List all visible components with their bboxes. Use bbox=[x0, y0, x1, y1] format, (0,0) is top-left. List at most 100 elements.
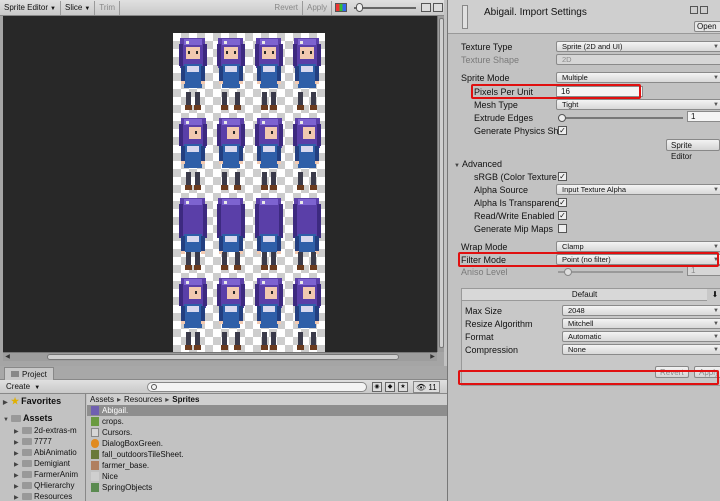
max-size-dropdown[interactable]: 2048 ▼ bbox=[562, 305, 720, 316]
star-icon: ★ bbox=[11, 396, 20, 406]
tree-item[interactable]: ▶ Demigiant bbox=[14, 458, 70, 469]
platform-tab-default[interactable]: Default bbox=[462, 289, 707, 301]
zoom-slider[interactable] bbox=[354, 2, 416, 12]
sprite-canvas[interactable] bbox=[3, 16, 437, 352]
download-icon[interactable]: ⬇ bbox=[709, 290, 720, 300]
apply-button[interactable]: Apply bbox=[303, 0, 332, 15]
revert-button[interactable]: Revert bbox=[270, 0, 303, 15]
mesh-type-dropdown[interactable]: Tight ▼ bbox=[556, 99, 720, 110]
project-tab[interactable]: Project bbox=[4, 367, 54, 380]
project-search-input[interactable] bbox=[147, 382, 367, 392]
tree-item[interactable]: ▶ 7777 bbox=[14, 436, 52, 447]
triangle-down-icon: ▼ bbox=[454, 163, 460, 169]
assets-folder[interactable]: ▼ Assets bbox=[3, 413, 53, 424]
scroll-left-icon[interactable]: ◀ bbox=[3, 353, 12, 361]
character-sprite[interactable] bbox=[289, 196, 325, 274]
format-dropdown[interactable]: Automatic ▼ bbox=[562, 331, 720, 342]
favorites-item[interactable]: ▶ ★ Favorites bbox=[3, 396, 61, 407]
sprite-mode-dropdown[interactable]: Multiple ▼ bbox=[556, 72, 720, 83]
color-channel-icon[interactable] bbox=[335, 3, 347, 12]
chevron-down-icon: ▼ bbox=[84, 5, 91, 12]
vertical-scroll-thumb[interactable] bbox=[439, 18, 444, 348]
tree-item[interactable]: ▶ FarmerAnim bbox=[14, 469, 78, 480]
character-sprite[interactable] bbox=[289, 276, 325, 354]
asset-row[interactable]: DialogBoxGreen. bbox=[87, 438, 447, 449]
breadcrumb-item[interactable]: Sprites bbox=[172, 395, 199, 404]
zoom-slider-thumb[interactable] bbox=[356, 2, 363, 12]
tree-item[interactable]: ▶ Resources bbox=[14, 491, 72, 501]
breadcrumb-item[interactable]: Assets bbox=[90, 395, 114, 404]
help-icon[interactable] bbox=[690, 6, 698, 14]
resize-algorithm-dropdown[interactable]: Mitchell ▼ bbox=[562, 318, 720, 329]
zoom-small-icon[interactable] bbox=[421, 3, 431, 12]
character-sprite[interactable] bbox=[289, 116, 325, 194]
open-button[interactable]: Open bbox=[694, 21, 720, 32]
generate-physics-checkbox[interactable]: ✓ bbox=[558, 126, 567, 135]
asset-row[interactable]: SpringObjects bbox=[87, 482, 447, 493]
hidden-packages-count[interactable]: 👁 11 bbox=[413, 381, 440, 393]
mipmaps-checkbox[interactable] bbox=[558, 224, 567, 233]
tree-item[interactable]: ▶ QHierarchy bbox=[14, 480, 74, 491]
breadcrumb-item[interactable]: Resources bbox=[124, 395, 162, 404]
settings-icon[interactable] bbox=[700, 6, 708, 14]
asset-name: SpringObjects bbox=[102, 483, 153, 492]
chevron-down-icon: ▼ bbox=[713, 308, 719, 314]
character-sprite[interactable] bbox=[213, 116, 249, 194]
character-sprite[interactable] bbox=[175, 196, 211, 274]
srgb-checkbox[interactable]: ✓ bbox=[558, 172, 567, 181]
character-sprite[interactable] bbox=[213, 196, 249, 274]
asset-row[interactable]: Abigail. bbox=[87, 405, 447, 416]
advanced-foldout[interactable]: ▼ Advanced bbox=[454, 158, 502, 170]
slice-button[interactable]: Slice ▼ bbox=[61, 0, 96, 15]
star-icon[interactable]: ★ bbox=[398, 382, 408, 392]
character-sprite[interactable] bbox=[251, 276, 287, 354]
tree-item[interactable]: ▶ 2d-extras-m bbox=[14, 425, 77, 436]
character-sprite[interactable] bbox=[175, 116, 211, 194]
filter-by-label-icon[interactable]: ◆ bbox=[385, 382, 395, 392]
project-tab-bar: Project bbox=[0, 366, 447, 380]
extrude-edges-slider[interactable] bbox=[558, 114, 683, 122]
character-sprite[interactable] bbox=[175, 36, 211, 114]
asset-row[interactable]: farmer_base. bbox=[87, 460, 447, 471]
character-sprite[interactable] bbox=[251, 196, 287, 274]
tree-item[interactable]: ▶ AbiAnimatio bbox=[14, 447, 77, 458]
character-sprite[interactable] bbox=[251, 116, 287, 194]
inspector-title: Abigail. Import Settings bbox=[484, 7, 587, 18]
asset-row[interactable]: Cursors. bbox=[87, 427, 447, 438]
read-write-checkbox[interactable]: ✓ bbox=[558, 211, 567, 220]
character-sprite[interactable] bbox=[175, 276, 211, 354]
canvas-horizontal-scrollbar[interactable]: ◀ ▶ bbox=[3, 352, 437, 361]
asset-row[interactable]: fall_outdoorsTileSheet. bbox=[87, 449, 447, 460]
alpha-source-dropdown[interactable]: Input Texture Alpha ▼ bbox=[556, 184, 720, 195]
alpha-transparency-checkbox[interactable]: ✓ bbox=[558, 198, 567, 207]
wrap-mode-dropdown[interactable]: Clamp ▼ bbox=[556, 241, 720, 252]
character-sprite[interactable] bbox=[251, 36, 287, 114]
asset-row[interactable]: Nice bbox=[87, 471, 447, 482]
sprite-editor-menu[interactable]: Sprite Editor ▼ bbox=[0, 0, 61, 15]
create-button[interactable]: Create ▼ bbox=[6, 381, 40, 393]
character-sprite[interactable] bbox=[213, 276, 249, 354]
sprite-sheet[interactable] bbox=[173, 33, 325, 352]
compression-dropdown[interactable]: None ▼ bbox=[562, 344, 720, 355]
sprite-icon bbox=[91, 428, 99, 438]
extrude-edges-input[interactable]: 1 bbox=[687, 111, 720, 122]
extrude-slider-thumb[interactable] bbox=[558, 114, 566, 122]
character-sprite[interactable] bbox=[289, 36, 325, 114]
asset-row[interactable]: crops. bbox=[87, 416, 447, 427]
sprite-editor-button[interactable]: Sprite Editor bbox=[666, 139, 720, 161]
character-sprite[interactable] bbox=[213, 36, 249, 114]
sprite-mode-label: Sprite Mode bbox=[461, 73, 510, 83]
asset-name: fall_outdoorsTileSheet. bbox=[102, 450, 184, 459]
trim-button[interactable]: Trim bbox=[95, 0, 120, 15]
filter-by-type-icon[interactable]: ◉ bbox=[372, 382, 382, 392]
texture-shape-dropdown: 2D bbox=[556, 54, 720, 65]
horizontal-scroll-thumb[interactable] bbox=[47, 354, 399, 360]
resize-algorithm-value: Mitchell bbox=[568, 319, 594, 328]
slice-label: Slice bbox=[64, 2, 83, 12]
zoom-large-icon[interactable] bbox=[433, 3, 443, 12]
sprite-icon bbox=[91, 472, 99, 482]
texture-type-dropdown[interactable]: Sprite (2D and UI) ▼ bbox=[556, 41, 720, 52]
canvas-vertical-scrollbar[interactable] bbox=[437, 16, 444, 352]
asset-name: Nice bbox=[102, 472, 119, 481]
scroll-right-icon[interactable]: ▶ bbox=[428, 353, 437, 361]
